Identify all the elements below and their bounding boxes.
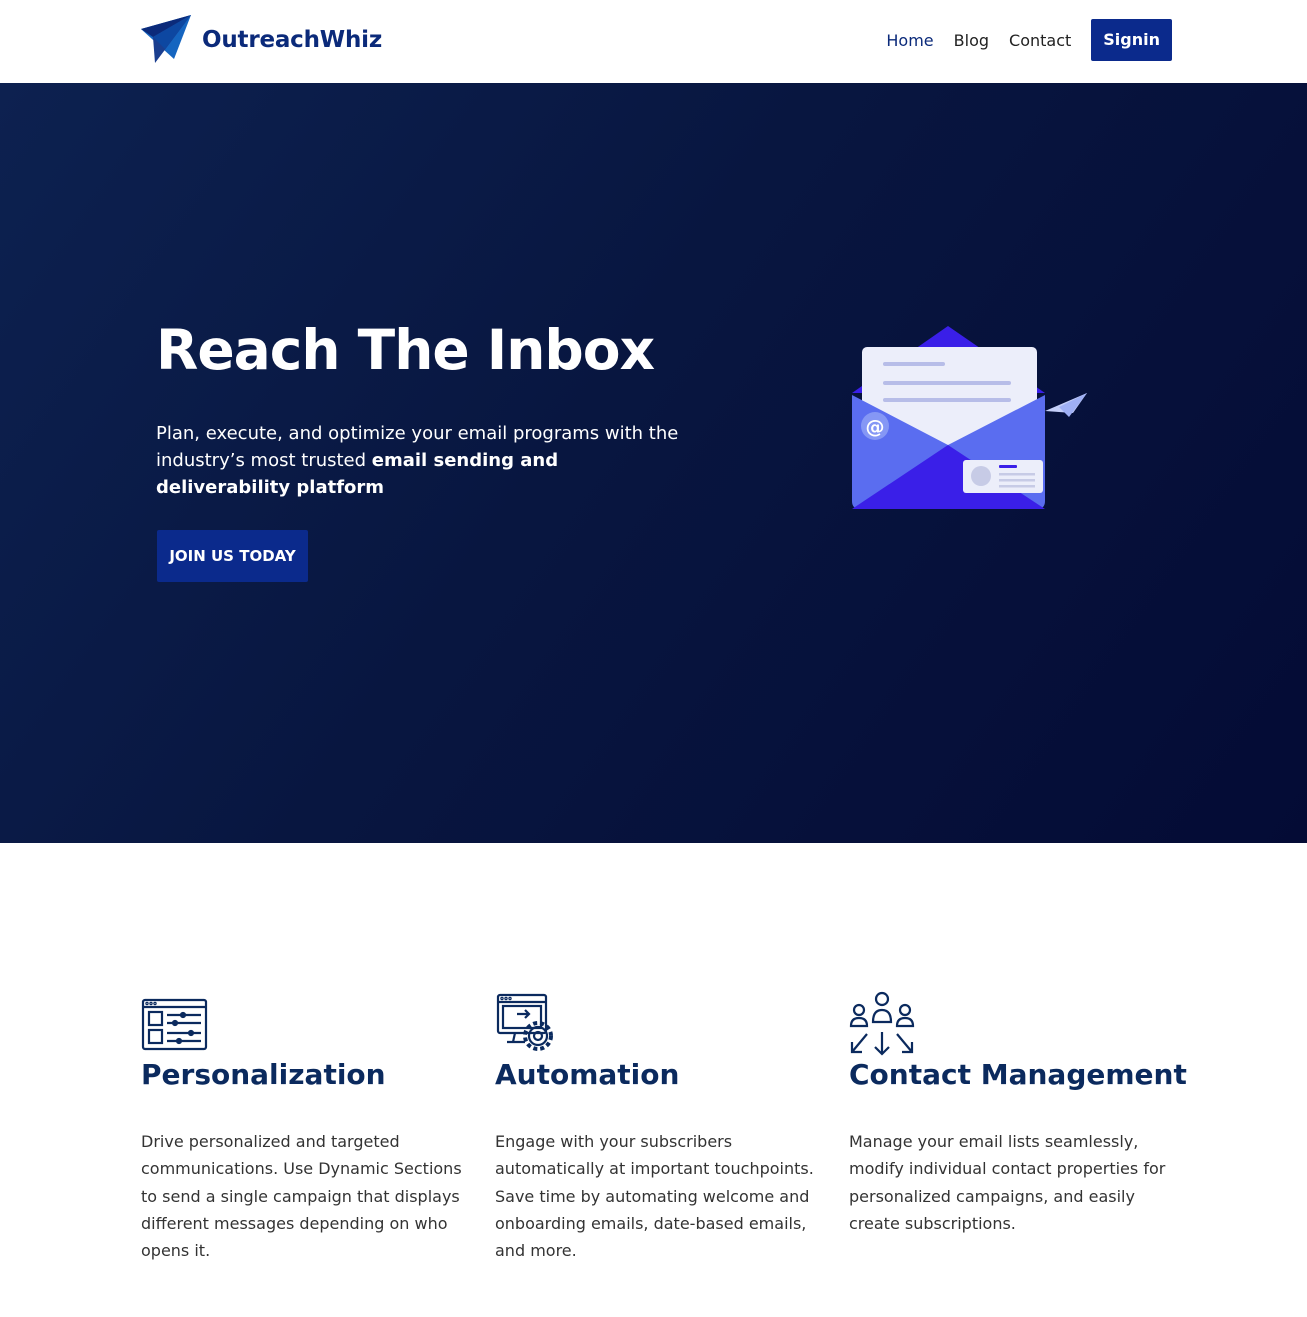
site-header: OutreachWhiz Home Blog Contact Signin — [0, 0, 1307, 83]
feature-contact-management: Contact Management Manage your email lis… — [849, 990, 1187, 1233]
automation-icon — [496, 993, 553, 1051]
svg-text:@: @ — [866, 416, 885, 438]
email-envelope-illustration: @ — [852, 326, 1087, 509]
main-nav: Home Blog Contact Signin — [866, 19, 1172, 61]
feature-automation: Automation Engage with your subscribers … — [495, 990, 825, 1260]
feature-title: Contact Management — [849, 1058, 1187, 1091]
feature-title: Automation — [495, 1058, 680, 1091]
signin-button[interactable]: Signin — [1091, 19, 1172, 61]
feature-personalization: Personalization Drive personalized and t… — [141, 990, 471, 1260]
feature-text: Manage your email lists seamlessly, modi… — [849, 1132, 1166, 1233]
hero-section: Reach The Inbox Plan, execute, and optim… — [0, 83, 1307, 843]
feature-text: Drive personalized and targeted communic… — [141, 1132, 462, 1261]
paper-plane-logo-icon — [141, 15, 191, 63]
nav-contact-link[interactable]: Contact — [1009, 31, 1071, 50]
feature-text: Engage with your subscribers automatical… — [495, 1132, 814, 1261]
nav-blog-link[interactable]: Blog — [954, 31, 989, 50]
feature-title: Personalization — [141, 1058, 386, 1091]
hero-title: Reach The Inbox — [156, 318, 655, 382]
join-us-button[interactable]: JOIN US TODAY — [157, 530, 308, 582]
contact-management-icon — [849, 991, 915, 1056]
brand-name: OutreachWhiz — [202, 27, 383, 53]
hero-subtitle: Plan, execute, and optimize your email p… — [156, 420, 696, 501]
nav-home-link[interactable]: Home — [886, 31, 933, 50]
brand-logo[interactable]: OutreachWhiz — [141, 15, 382, 65]
personalization-icon — [141, 998, 208, 1051]
